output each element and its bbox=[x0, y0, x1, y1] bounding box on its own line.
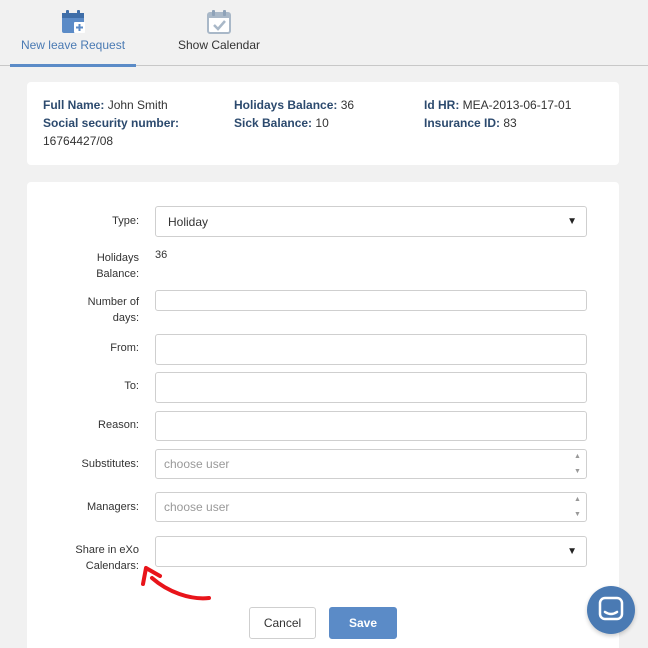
leave-request-form: Type: Holiday ▼ Holidays Balance: 36 Num… bbox=[27, 182, 619, 648]
substitutes-placeholder: choose user bbox=[164, 457, 230, 471]
cancel-button[interactable]: Cancel bbox=[249, 607, 316, 639]
save-button[interactable]: Save bbox=[329, 607, 397, 639]
tab-bar: New leave Request Show Calendar bbox=[0, 0, 648, 67]
insurance-id-value: 83 bbox=[503, 116, 517, 130]
managers-placeholder: choose user bbox=[164, 500, 230, 514]
full-name-label: Full Name: bbox=[43, 98, 105, 112]
share-calendars-label: Share in eXo Calendars: bbox=[75, 544, 139, 572]
arrow-up-icon: ▲ bbox=[574, 453, 581, 460]
employee-info-col-3: Id HR: MEA-2013-06-17-01 Insurance ID: 8… bbox=[424, 96, 614, 132]
sick-balance-value: 10 bbox=[315, 116, 329, 130]
tab-show-calendar-label: Show Calendar bbox=[177, 38, 261, 52]
from-label: From: bbox=[110, 342, 139, 354]
substitutes-label: Substitutes: bbox=[81, 458, 139, 470]
chevron-down-icon: ▼ bbox=[567, 216, 577, 227]
chat-button[interactable] bbox=[587, 586, 635, 634]
tab-new-leave-request[interactable]: New leave Request bbox=[10, 0, 136, 67]
insurance-id-label: Insurance ID: bbox=[424, 116, 501, 130]
chevron-down-icon: ▼ bbox=[567, 546, 577, 557]
arrow-down-icon: ▼ bbox=[574, 468, 581, 475]
chat-bubble-icon bbox=[598, 596, 624, 621]
calendar-add-icon bbox=[62, 10, 85, 33]
tab-show-calendar[interactable]: Show Calendar bbox=[164, 0, 274, 66]
substitutes-input[interactable]: choose user ▲ ▼ bbox=[155, 449, 587, 479]
active-tab-indicator bbox=[10, 64, 136, 67]
managers-input[interactable]: choose user ▲ ▼ bbox=[155, 492, 587, 522]
ssn-value: 16764427/08 bbox=[43, 134, 114, 148]
employee-info-col-2: Holidays Balance: 36 Sick Balance: 10 bbox=[234, 96, 414, 132]
id-hr-label: Id HR: bbox=[424, 98, 460, 112]
managers-label: Managers: bbox=[87, 501, 139, 513]
from-date-input[interactable] bbox=[155, 334, 587, 365]
holidays-balance-value: 36 bbox=[340, 98, 355, 112]
type-select[interactable]: Holiday ▼ bbox=[155, 206, 587, 237]
type-label: Type: bbox=[112, 215, 139, 227]
number-of-days-input[interactable] bbox=[155, 290, 587, 311]
arrow-up-icon: ▲ bbox=[574, 496, 581, 503]
reason-input[interactable] bbox=[155, 411, 587, 441]
ssn-label: Social security number: bbox=[43, 116, 180, 130]
type-select-value: Holiday bbox=[168, 215, 209, 229]
calendar-check-icon bbox=[207, 10, 231, 34]
sick-balance-label: Sick Balance: bbox=[234, 116, 313, 130]
reason-label: Reason: bbox=[98, 419, 139, 431]
number-of-days-label: Number of days: bbox=[87, 296, 139, 324]
employee-info-col-1: Full Name: John Smith Social security nu… bbox=[43, 96, 223, 150]
tab-new-leave-request-label: New leave Request bbox=[20, 38, 126, 52]
employee-info-card: Full Name: John Smith Social security nu… bbox=[27, 82, 619, 165]
holidays-balance-label: Holidays Balance: bbox=[234, 98, 338, 112]
holidays-balance-form-label: Holidays Balance: bbox=[96, 252, 139, 280]
share-calendars-select[interactable]: ▼ bbox=[155, 536, 587, 567]
id-hr-value: MEA-2013-06-17-01 bbox=[462, 98, 572, 112]
managers-scroll[interactable]: ▲ ▼ bbox=[570, 493, 586, 521]
full-name-value: John Smith bbox=[107, 98, 168, 112]
substitutes-scroll[interactable]: ▲ ▼ bbox=[570, 450, 586, 478]
to-date-input[interactable] bbox=[155, 372, 587, 403]
arrow-down-icon: ▼ bbox=[574, 511, 581, 518]
holidays-balance-form-value: 36 bbox=[155, 249, 168, 261]
to-label: To: bbox=[124, 380, 139, 392]
